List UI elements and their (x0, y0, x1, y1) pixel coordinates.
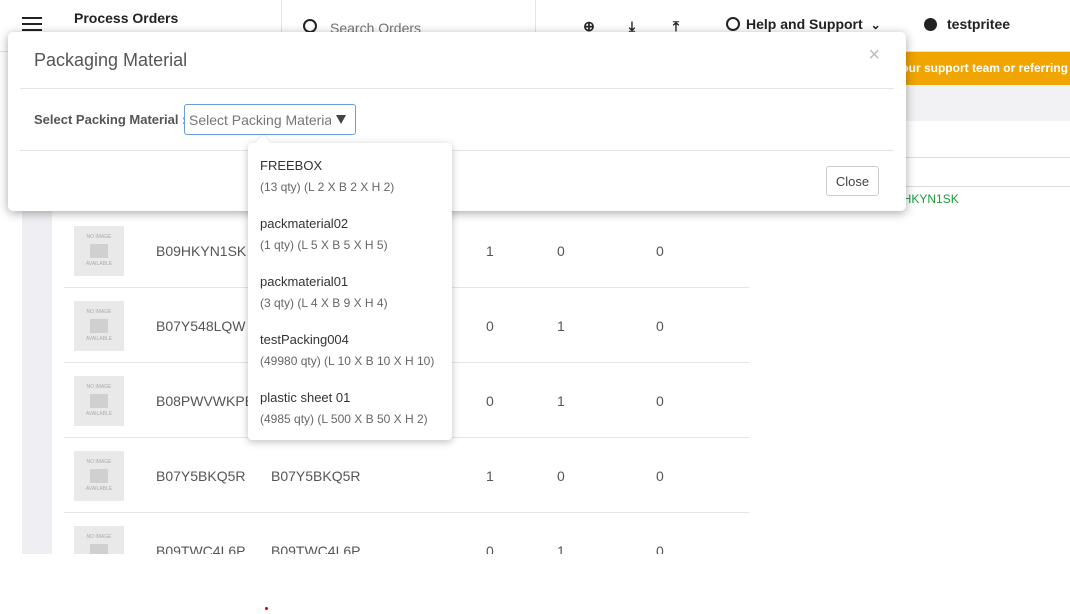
image-icon (90, 244, 108, 258)
no-image-placeholder: NO IMAGE AVAILABLE (74, 226, 124, 276)
left-gutter (22, 210, 52, 554)
option-detail: (4985 qty) (L 500 X B 50 X H 2) (260, 412, 428, 426)
close-icon[interactable]: × (868, 44, 880, 67)
user-menu[interactable]: testpritee (924, 16, 1010, 32)
page-title: Process Orders (74, 10, 179, 26)
cell-sku: B09HKYN1SK (156, 243, 247, 259)
caret-down-icon[interactable] (336, 115, 346, 124)
headset-icon (726, 17, 740, 31)
thumb-caption: NO IMAGE (86, 234, 112, 240)
option-name: testPacking004 (260, 332, 349, 347)
cell-c3: 0 (656, 318, 664, 334)
thumb-caption: NO IMAGE (86, 309, 112, 315)
thumb-caption: NO IMAGE (86, 384, 112, 390)
option-detail: (3 qty) (L 4 X B 9 X H 4) (260, 296, 388, 310)
image-icon (90, 319, 108, 333)
cell-c3: 0 (656, 243, 664, 259)
thumb-caption: AVAILABLE (85, 336, 113, 342)
image-icon (90, 394, 108, 408)
cell-c2: 1 (557, 393, 565, 409)
hamburger-menu-icon[interactable] (22, 17, 42, 31)
cell-c1: 0 (486, 318, 494, 334)
help-support-menu[interactable]: Help and Support ⌄ (726, 16, 881, 32)
dropdown-option[interactable]: plastic sheet 01 (4985 qty) (L 500 X B 50… (260, 390, 445, 426)
search-icon[interactable] (303, 19, 317, 33)
cell-c1: 1 (486, 243, 494, 259)
image-icon (90, 544, 108, 554)
table-row[interactable]: NO IMAGE AVAILABLE B07Y5BKQ5R B07Y5BKQ5R 1 0 0 (64, 438, 749, 513)
cell-sku: B08PWVWKPB (156, 393, 255, 409)
cell-c3: 0 (656, 468, 664, 484)
dropdown-option[interactable]: packmaterial02 (1 qty) (L 5 X B 5 X H 5) (260, 216, 445, 252)
cell-sku: B09TWC4L6P (156, 543, 246, 554)
option-detail: (1 qty) (L 5 X B 5 X H 5) (260, 238, 388, 252)
thumb-caption: AVAILABLE (85, 261, 113, 267)
cell-c1: 1 (486, 468, 494, 484)
thumb-caption: AVAILABLE (85, 486, 113, 492)
dropdown-option[interactable]: packmaterial01 (3 qty) (L 4 X B 9 X H 4) (260, 274, 445, 310)
cell-c2: 1 (557, 543, 565, 554)
no-image-placeholder: NO IMAGE AVAILABLE (74, 301, 124, 351)
option-name: FREEBOX (260, 158, 323, 173)
cell-c1: 0 (486, 543, 494, 554)
divider (894, 186, 1070, 187)
option-name: packmaterial02 (260, 216, 349, 231)
packing-material-dropdown: FREEBOX (13 qty) (L 2 X B 2 X H 2) packmat… (248, 143, 452, 440)
option-detail: (13 qty) (L 2 X B 2 X H 2) (260, 180, 395, 194)
image-icon (90, 469, 108, 483)
modal-title: Packaging Material (34, 50, 188, 70)
table-row[interactable]: NO IMAGEAVAILABLE B09TWC4L6P B09TWC4L6P 0 1 0 (64, 513, 749, 554)
username: testpritee (947, 16, 1011, 32)
no-image-placeholder: NO IMAGEAVAILABLE (74, 526, 124, 554)
close-button[interactable]: Close (826, 166, 879, 196)
dropdown-option[interactable]: FREEBOX (13 qty) (L 2 X B 2 X H 2) (260, 158, 445, 194)
chevron-down-icon: ⌄ (870, 18, 881, 32)
help-label: Help and Support (746, 16, 863, 32)
cell-sku: B07Y5BKQ5R (156, 468, 246, 484)
divider (894, 157, 1070, 158)
packing-material-search-input[interactable] (189, 110, 331, 130)
cell-c2: 1 (557, 318, 565, 334)
no-image-placeholder: NO IMAGE AVAILABLE (74, 451, 124, 501)
thumb-caption: NO IMAGE (86, 534, 112, 540)
cell-c2: 0 (557, 468, 565, 484)
cell-c2: 0 (557, 243, 565, 259)
banner-text: g our support team or referring (890, 61, 1068, 75)
divider (20, 88, 894, 89)
thumb-caption: AVAILABLE (85, 411, 113, 417)
no-image-placeholder: NO IMAGE AVAILABLE (74, 376, 124, 426)
marker-dot (265, 607, 268, 610)
select-label: Select Packing Material : (34, 112, 187, 127)
divider (20, 150, 894, 151)
option-name: packmaterial01 (260, 274, 349, 289)
option-name: plastic sheet 01 (260, 390, 351, 405)
thumb-caption: NO IMAGE (86, 459, 112, 465)
dropdown-option[interactable]: testPacking004 (49980 qty) (L 10 X B 10 X… (260, 332, 445, 368)
cell-sku: B07Y548LQW (156, 318, 246, 334)
user-icon (924, 18, 937, 31)
option-detail: (49980 qty) (L 10 X B 10 X H 10) (260, 354, 435, 368)
packing-material-select[interactable] (184, 104, 356, 135)
cell-c3: 0 (656, 543, 664, 554)
cell-c1: 0 (486, 393, 494, 409)
packaging-material-modal: Packaging Material × Select Packing Mate… (8, 32, 906, 211)
cell-asin: B09TWC4L6P (271, 543, 361, 554)
cell-c3: 0 (656, 393, 664, 409)
cell-asin: B07Y5BKQ5R (271, 468, 361, 484)
